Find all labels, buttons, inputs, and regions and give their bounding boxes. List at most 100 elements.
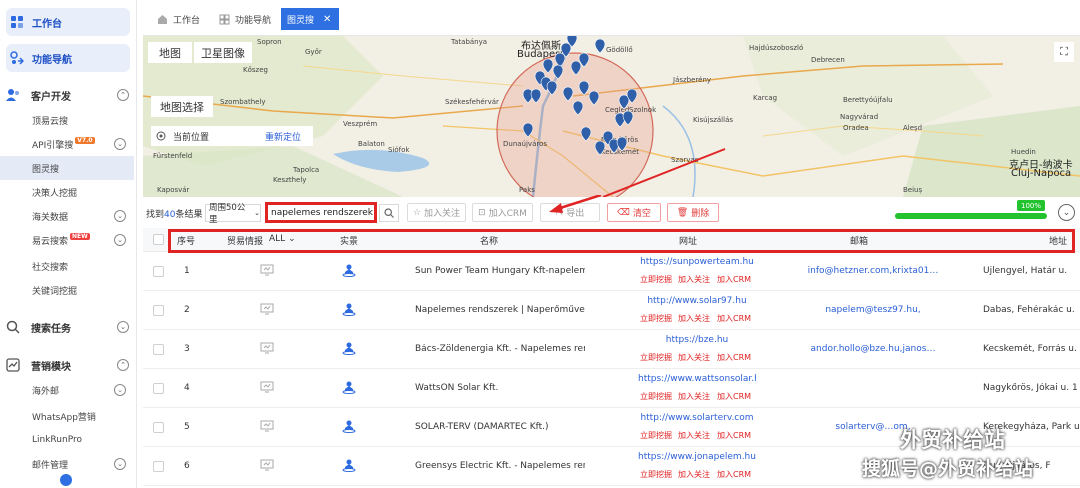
row-add-follow-link[interactable]: 加入关注: [678, 274, 710, 285]
chevron-down-icon[interactable]: ⌄: [114, 384, 126, 396]
row-checkbox[interactable]: [153, 305, 164, 316]
row-add-follow-link[interactable]: 加入关注: [678, 352, 710, 363]
tab-turing-search[interactable]: 图灵搜 ✕: [281, 8, 339, 30]
row-email-link[interactable]: info@hetzner.com,krixta01…: [807, 266, 939, 276]
close-icon[interactable]: ✕: [323, 14, 331, 25]
street-view-icon[interactable]: [342, 263, 356, 280]
sidebar-item-dashboard[interactable]: 工作台: [6, 8, 130, 36]
chevron-down-icon[interactable]: ⌄: [114, 234, 126, 246]
row-add-follow-link[interactable]: 加入关注: [678, 430, 710, 441]
row-add-crm-link[interactable]: 加入CRM: [717, 352, 751, 363]
search-icon[interactable]: [379, 204, 399, 222]
select-all-checkbox[interactable]: [153, 234, 164, 245]
table-row[interactable]: 3 Bács-Zöldenergia Kft. - Napelemes ren… h…: [143, 330, 1080, 369]
sidebar-item-mail-management[interactable]: 邮件管理 ⌄: [0, 452, 134, 476]
chevron-down-icon[interactable]: ⌄: [114, 138, 126, 150]
sidebar-item-label: 邮件管理: [32, 460, 69, 471]
add-follow-button[interactable]: ☆ 加入关注: [407, 203, 466, 222]
chevron-up-icon[interactable]: ⌃: [117, 89, 129, 101]
table-row[interactable]: 2 Napelemes rendszerek | Naperőművek http:…: [143, 291, 1080, 330]
row-website-link[interactable]: http://www.solar97.hu: [638, 296, 756, 306]
row-mine-now-link[interactable]: 立即挖掘: [640, 313, 672, 324]
row-add-crm-link[interactable]: 加入CRM: [717, 313, 751, 324]
sidebar-item-linkrunpro[interactable]: LinkRunPro: [0, 428, 134, 452]
chevron-down-icon[interactable]: ⌄: [117, 321, 129, 333]
tab-dashboard[interactable]: 工作台: [151, 8, 206, 30]
trade-intel-icon[interactable]: [260, 342, 274, 357]
sidebar-group-marketing[interactable]: 营销模块 ⌃: [0, 352, 137, 378]
sidebar-group-search-task[interactable]: 搜索任务 ⌄: [0, 314, 137, 340]
chevron-down-icon[interactable]: ⌄: [114, 458, 126, 470]
result-count-suffix: 条结果: [175, 210, 203, 220]
sidebar-item-customs-data[interactable]: 海关数据 ⌄: [0, 204, 134, 228]
collapse-icon[interactable]: ⌄: [1058, 204, 1075, 221]
trade-intel-icon[interactable]: [260, 381, 274, 396]
row-mine-now-link[interactable]: 立即挖掘: [640, 274, 672, 285]
row-website-link[interactable]: https://www.wattsonsolar.hu: [638, 374, 756, 384]
fullscreen-icon[interactable]: ⛶: [1054, 42, 1074, 62]
delete-button[interactable]: 🗑 删除: [667, 203, 719, 222]
row-mine-now-link[interactable]: 立即挖掘: [640, 391, 672, 402]
row-add-crm-link[interactable]: 加入CRM: [717, 274, 751, 285]
row-checkbox[interactable]: [153, 266, 164, 277]
scroll-indicator-icon[interactable]: [60, 474, 72, 486]
map-pin-icon: [522, 122, 534, 138]
row-checkbox[interactable]: [153, 344, 164, 355]
row-email-link[interactable]: andor.hollo@bze.hu,janos…: [807, 344, 939, 354]
street-view-icon[interactable]: [342, 302, 356, 319]
row-index: 1: [184, 266, 190, 276]
sidebar-item-api-search[interactable]: API引擎搜 V7.0 ⌄: [0, 132, 134, 156]
keyword-search-input[interactable]: napelemes rendszerek: [265, 202, 377, 223]
tab-navigation[interactable]: 功能导航: [213, 8, 277, 30]
table-row[interactable]: 4 WattsON Solar Kft. https://www.wattsonso…: [143, 369, 1080, 408]
row-website-link[interactable]: https://www.jonapelem.hu: [638, 452, 756, 462]
row-add-follow-link[interactable]: 加入关注: [678, 391, 710, 402]
trash-icon: 🗑: [676, 207, 689, 218]
street-view-icon[interactable]: [342, 341, 356, 358]
row-website-link[interactable]: https://sunpowerteam.hu: [638, 257, 756, 267]
map-mode-button[interactable]: 地图: [148, 42, 192, 63]
relocate-link[interactable]: 重新定位: [265, 130, 301, 143]
row-website-link[interactable]: http://www.solarterv.com: [638, 413, 756, 423]
sidebar-item-turing-search[interactable]: 图灵搜: [0, 156, 134, 180]
sidebar-item-whatsapp[interactable]: WhatsApp营销: [0, 404, 134, 428]
sidebar-item-social-search[interactable]: 社交搜索: [0, 254, 134, 278]
row-website-link[interactable]: https://bze.hu: [638, 335, 756, 345]
trade-intel-icon[interactable]: [260, 264, 274, 279]
sidebar: 工作台 功能导航 客户开发 ⌃ 顶易云搜 API引擎搜 V7.0 ⌄ 图灵搜 决…: [0, 0, 137, 488]
map-pin-icon: [594, 140, 606, 156]
row-add-crm-link[interactable]: 加入CRM: [717, 391, 751, 402]
chevron-down-icon[interactable]: ⌄: [114, 210, 126, 222]
row-checkbox[interactable]: [153, 383, 164, 394]
sidebar-group-customer-dev[interactable]: 客户开发 ⌃: [0, 82, 137, 108]
row-add-crm-link[interactable]: 加入CRM: [717, 469, 751, 480]
street-view-icon[interactable]: [342, 458, 356, 475]
sidebar-item-overseas-mail[interactable]: 海外邮 ⌄: [0, 378, 134, 402]
satellite-mode-button[interactable]: 卫星图像: [194, 42, 252, 63]
map-view[interactable]: 布达佩斯 Budapest Tatabánya Sopron Győr Szom…: [143, 36, 1080, 197]
row-checkbox[interactable]: [153, 422, 164, 433]
row-add-crm-link[interactable]: 加入CRM: [717, 430, 751, 441]
trade-intel-icon[interactable]: [260, 459, 274, 474]
row-mine-now-link[interactable]: 立即挖掘: [640, 469, 672, 480]
row-add-follow-link[interactable]: 加入关注: [678, 313, 710, 324]
street-view-icon[interactable]: [342, 419, 356, 436]
sidebar-item-yiyun-search[interactable]: 易云搜索 NEW ⌄: [0, 228, 134, 252]
sidebar-item-keyword-mining[interactable]: 关键词挖掘: [0, 278, 134, 302]
radius-select[interactable]: 周围50公里 ⌄: [205, 203, 261, 225]
table-row[interactable]: 1 Sun Power Team Hungary Kft-napelem… http…: [143, 252, 1080, 291]
row-email-link[interactable]: napelem@tesz97.hu,: [807, 305, 939, 315]
sidebar-item-navigation[interactable]: 功能导航: [6, 44, 130, 72]
sidebar-item-decision-maker[interactable]: 决策人挖掘: [0, 180, 134, 204]
row-mine-now-link[interactable]: 立即挖掘: [640, 430, 672, 441]
map-select-button[interactable]: 地图选择: [151, 96, 213, 117]
chevron-up-icon[interactable]: ⌃: [117, 359, 129, 371]
street-view-icon[interactable]: [342, 380, 356, 397]
trade-intel-icon[interactable]: [260, 303, 274, 318]
sidebar-item-dingyi-search[interactable]: 顶易云搜: [0, 108, 134, 132]
row-checkbox[interactable]: [153, 461, 164, 472]
add-crm-button[interactable]: ⊡ 加入CRM: [472, 203, 533, 222]
trade-intel-icon[interactable]: [260, 420, 274, 435]
row-add-follow-link[interactable]: 加入关注: [678, 469, 710, 480]
row-mine-now-link[interactable]: 立即挖掘: [640, 352, 672, 363]
